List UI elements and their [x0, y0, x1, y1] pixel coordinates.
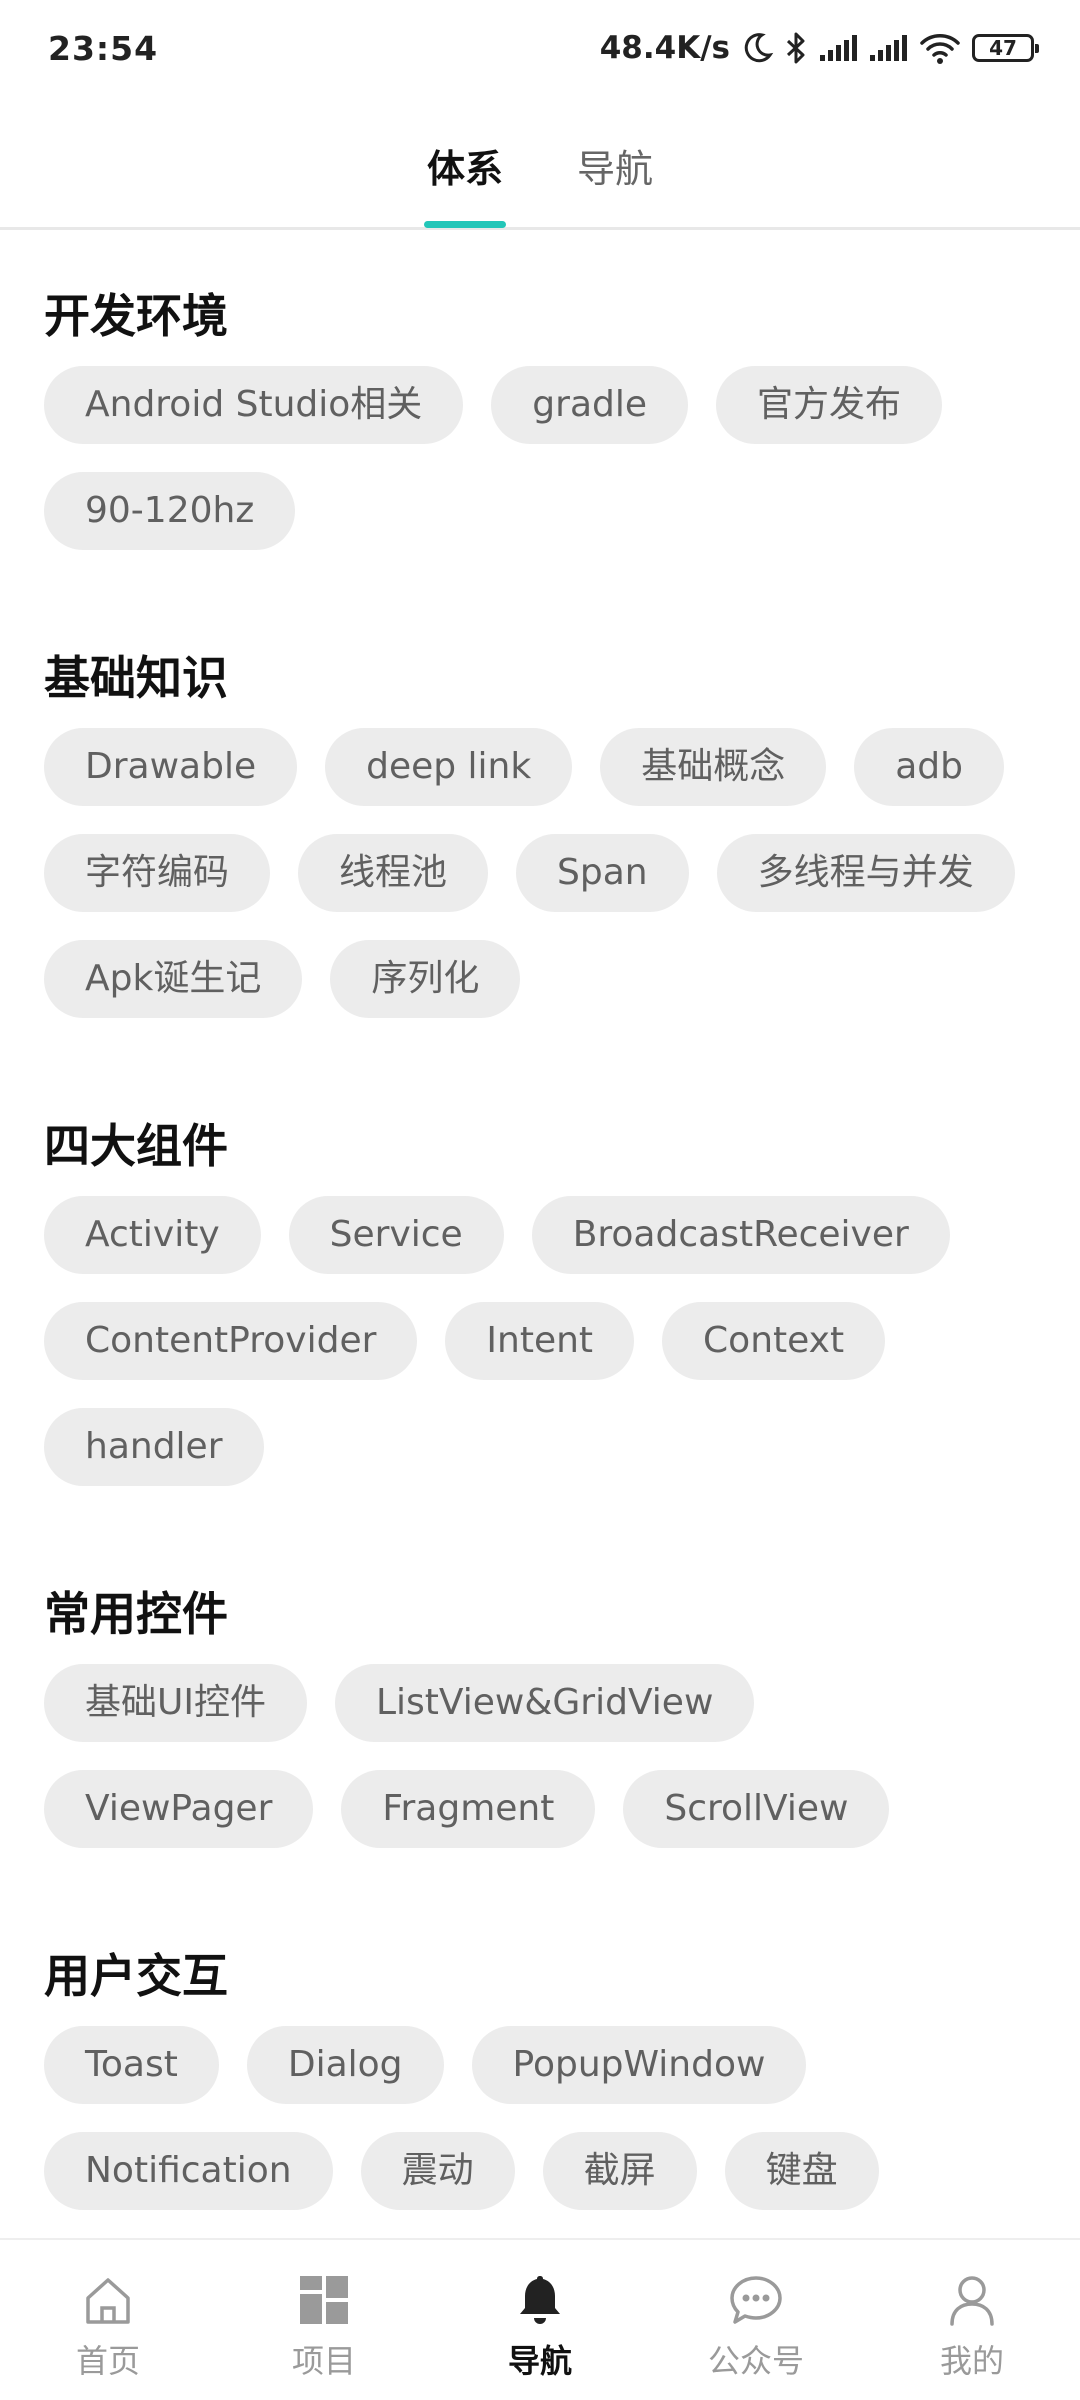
chip[interactable]: ContentProvider: [44, 1302, 418, 1380]
wifi-icon: [920, 34, 960, 64]
chip[interactable]: Intent: [445, 1302, 635, 1380]
user-icon: [950, 2276, 994, 2326]
chip[interactable]: Apk诞生记: [44, 940, 303, 1018]
network-speed: 48.4K/s: [599, 30, 730, 66]
chip[interactable]: 截屏: [542, 2132, 697, 2210]
chip[interactable]: Span: [516, 834, 689, 912]
project-grid-icon: [300, 2276, 348, 2324]
chip[interactable]: 字符编码: [44, 834, 271, 912]
nav-item-official-accounts[interactable]: 公众号: [648, 2240, 864, 2400]
chip[interactable]: 多线程与并发: [716, 834, 1015, 912]
section-title: 四大组件: [44, 1119, 228, 1173]
chip[interactable]: 基础UI控件: [44, 1664, 307, 1742]
chip[interactable]: Drawable: [44, 728, 298, 806]
chip[interactable]: Activity: [44, 1196, 261, 1274]
chip[interactable]: gradle: [491, 366, 689, 444]
chip[interactable]: PopupWindow: [471, 2026, 807, 2104]
chip-group: Drawable deep link 基础概念 adb 字符编码 线程池 Spa…: [44, 728, 1036, 1018]
bell-icon: [520, 2276, 560, 2324]
tab-active-indicator: [423, 221, 506, 228]
chip[interactable]: ListView&GridView: [334, 1664, 755, 1742]
section-title: 开发环境: [44, 289, 228, 343]
tab-system[interactable]: 体系: [423, 96, 506, 228]
nav-label: 导航: [507, 2342, 572, 2380]
nav-label: 项目: [291, 2342, 356, 2380]
category-list[interactable]: 开发环境 Android Studio相关 gradle 官方发布 90-120…: [0, 230, 1080, 2238]
section-common-widgets: 常用控件 基础UI控件 ListView&GridView ViewPager …: [0, 1486, 1080, 1848]
chip[interactable]: 键盘: [724, 2132, 879, 2210]
home-icon: [86, 2278, 130, 2324]
chip-group: Android Studio相关 gradle 官方发布 90-120hz: [44, 366, 1036, 550]
moon-icon: [744, 33, 774, 63]
battery-icon: 47: [972, 34, 1039, 62]
chip[interactable]: Android Studio相关: [44, 366, 464, 444]
chip[interactable]: Toast: [44, 2026, 219, 2104]
chip[interactable]: adb: [854, 728, 1004, 806]
chip[interactable]: deep link: [325, 728, 573, 806]
bottom-nav: 首页 项目 导航 公众号 我的: [0, 2238, 1080, 2400]
chip[interactable]: Service: [288, 1196, 504, 1274]
nav-item-home[interactable]: 首页: [0, 2240, 216, 2400]
chip[interactable]: 序列化: [330, 940, 521, 1018]
chip-group: 基础UI控件 ListView&GridView ViewPager Fragm…: [44, 1664, 1036, 1848]
chip[interactable]: Notification: [44, 2132, 333, 2210]
section-basic-knowledge: 基础知识 Drawable deep link 基础概念 adb 字符编码 线程…: [0, 550, 1080, 1018]
chip[interactable]: 线程池: [298, 834, 489, 912]
section-user-interaction: 用户交互 Toast Dialog PopupWindow Notificati…: [0, 1848, 1080, 2210]
section-title: 常用控件: [44, 1587, 228, 1641]
nav-item-project[interactable]: 项目: [216, 2240, 432, 2400]
chip[interactable]: Fragment: [341, 1770, 596, 1848]
section-title: 基础知识: [44, 651, 228, 705]
section-dev-environment: 开发环境 Android Studio相关 gradle 官方发布 90-120…: [0, 230, 1080, 550]
status-time: 23:54: [48, 28, 159, 68]
section-four-components: 四大组件 Activity Service BroadcastReceiver …: [0, 1018, 1080, 1486]
chat-bubble-icon: [730, 2276, 782, 2324]
signal-icon: [870, 35, 907, 61]
chip-group: Activity Service BroadcastReceiver Conte…: [44, 1196, 1036, 1486]
chip[interactable]: handler: [44, 1408, 264, 1486]
signal-icon: [820, 35, 857, 61]
status-icons: 48.4K/s 47: [599, 30, 1039, 66]
tab-navigation-label: 导航: [577, 147, 654, 191]
tab-navigation[interactable]: 导航: [574, 96, 656, 227]
chip[interactable]: 基础概念: [600, 728, 827, 806]
bluetooth-icon: [786, 32, 805, 64]
nav-item-mine[interactable]: 我的: [864, 2240, 1080, 2400]
chip-group: Toast Dialog PopupWindow Notification 震动…: [44, 2026, 1036, 2210]
chip[interactable]: 震动: [360, 2132, 515, 2210]
chip[interactable]: Context: [662, 1302, 886, 1380]
chip[interactable]: 90-120hz: [44, 472, 296, 550]
nav-label: 公众号: [707, 2342, 804, 2380]
chip[interactable]: Dialog: [246, 2026, 444, 2104]
tab-system-label: 体系: [426, 147, 503, 191]
status-bar: 23:54 48.4K/s 47: [0, 0, 1080, 96]
section-title: 用户交互: [44, 1949, 228, 2003]
battery-level: 47: [989, 36, 1017, 60]
nav-label: 我的: [939, 2342, 1004, 2380]
chip[interactable]: BroadcastReceiver: [531, 1196, 950, 1274]
chip[interactable]: ViewPager: [44, 1770, 314, 1848]
nav-item-navigation[interactable]: 导航: [432, 2240, 648, 2400]
nav-label: 首页: [75, 2342, 140, 2380]
top-tab-bar: 体系 导航: [0, 96, 1080, 230]
chip[interactable]: ScrollView: [623, 1770, 890, 1848]
chip[interactable]: 官方发布: [716, 366, 943, 444]
